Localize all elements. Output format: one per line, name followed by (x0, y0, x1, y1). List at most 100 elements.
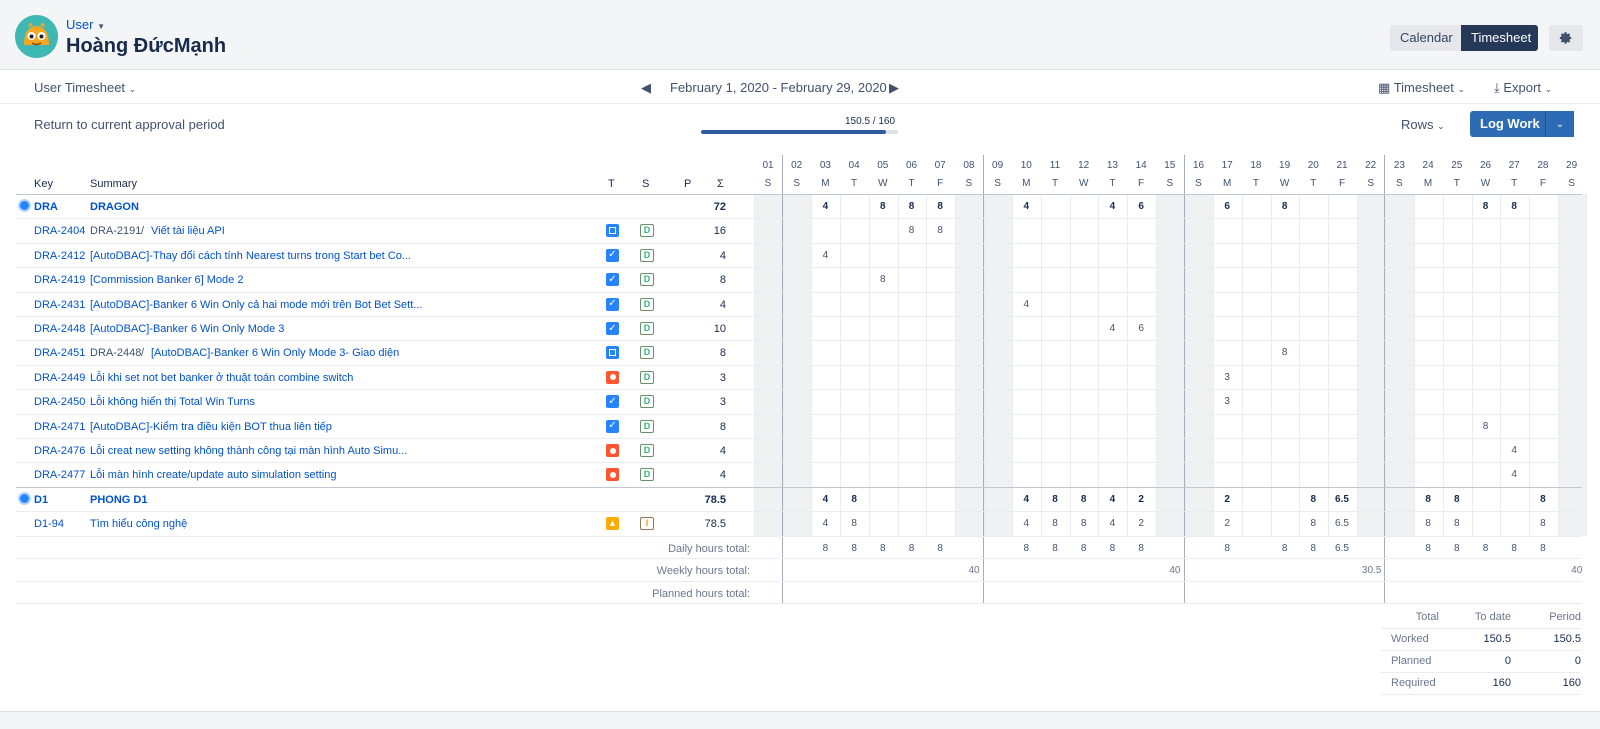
day-hours-cell[interactable]: 4 (1500, 445, 1528, 456)
day-number[interactable]: 08 (955, 160, 983, 171)
day-hours-cell[interactable]: 6.5 (1328, 494, 1356, 505)
day-hours-cell[interactable]: 3 (1213, 396, 1241, 407)
day-hours-cell[interactable]: 8 (1271, 347, 1299, 358)
day-hours-cell[interactable]: 8 (840, 518, 868, 529)
day-hours-cell[interactable]: 8 (1472, 201, 1500, 212)
day-number[interactable]: 18 (1242, 160, 1270, 171)
day-hours-cell[interactable]: 4 (811, 494, 839, 505)
day-hours-cell[interactable]: 3 (1213, 372, 1241, 383)
issue-summary[interactable]: [AutoDBAC]-Banker 6 Win Only Mode 3- Gia… (151, 347, 399, 359)
day-hours-cell[interactable]: 4 (811, 201, 839, 212)
day-hours-cell[interactable]: 8 (926, 225, 954, 236)
day-hours-cell[interactable]: 8 (1500, 201, 1528, 212)
day-number[interactable]: 22 (1357, 160, 1385, 171)
project-key[interactable]: D1 (34, 494, 48, 506)
issue-summary[interactable]: Viết tài liệu API (151, 225, 225, 237)
day-number[interactable]: 01 (754, 160, 782, 171)
issue-summary[interactable]: Lỗi khi set not bet banker ở thuật toán … (90, 372, 353, 384)
day-hours-cell[interactable]: 4 (1098, 201, 1126, 212)
day-hours-cell[interactable]: 8 (1070, 494, 1098, 505)
day-hours-cell[interactable]: 8 (1443, 494, 1471, 505)
issue-key[interactable]: DRA-2477 (34, 469, 85, 481)
day-number[interactable]: 12 (1070, 160, 1098, 171)
day-number[interactable]: 06 (898, 160, 926, 171)
day-hours-cell[interactable]: 8 (1041, 518, 1069, 529)
day-hours-cell[interactable]: 4 (1098, 518, 1126, 529)
issue-key[interactable]: DRA-2419 (34, 274, 85, 286)
day-hours-cell[interactable]: 4 (1098, 323, 1126, 334)
day-hours-cell[interactable]: 8 (1271, 201, 1299, 212)
day-number[interactable]: 21 (1328, 160, 1356, 171)
day-hours-cell[interactable]: 4 (1012, 494, 1040, 505)
day-number[interactable]: 11 (1041, 160, 1069, 171)
day-number[interactable]: 10 (1012, 160, 1040, 171)
day-hours-cell[interactable]: 2 (1127, 494, 1155, 505)
day-hours-cell[interactable]: 8 (1414, 494, 1442, 505)
day-number[interactable]: 23 (1385, 160, 1413, 171)
day-hours-cell[interactable]: 8 (869, 274, 897, 285)
issue-summary[interactable]: [AutoDBAC]-Kiểm tra điều kiện BOT thua l… (90, 421, 332, 433)
parent-key[interactable]: DRA-2448 (90, 347, 141, 359)
issue-summary[interactable]: [AutoDBAC]-Banker 6 Win Only Mode 3 (90, 323, 284, 335)
day-number[interactable]: 28 (1529, 160, 1557, 171)
day-hours-cell[interactable]: 4 (811, 518, 839, 529)
issue-key[interactable]: DRA-2412 (34, 250, 85, 262)
day-hours-cell[interactable]: 8 (1299, 494, 1327, 505)
issue-key[interactable]: D1-94 (34, 518, 64, 530)
day-hours-cell[interactable]: 8 (1299, 518, 1327, 529)
day-hours-cell[interactable]: 4 (1098, 494, 1126, 505)
issue-key[interactable]: DRA-2449 (34, 372, 85, 384)
day-number[interactable]: 03 (811, 160, 839, 171)
day-hours-cell[interactable]: 8 (1443, 518, 1471, 529)
day-hours-cell[interactable]: 8 (1041, 494, 1069, 505)
day-hours-cell[interactable]: 4 (811, 250, 839, 261)
day-hours-cell[interactable]: 2 (1127, 518, 1155, 529)
issue-key[interactable]: DRA-2451 (34, 347, 85, 359)
day-number[interactable]: 26 (1472, 160, 1500, 171)
day-number[interactable]: 05 (869, 160, 897, 171)
day-hours-cell[interactable]: 8 (1529, 494, 1557, 505)
day-hours-cell[interactable]: 8 (1070, 518, 1098, 529)
issue-key[interactable]: DRA-2431 (34, 299, 85, 311)
day-number[interactable]: 09 (984, 160, 1012, 171)
day-hours-cell[interactable]: 2 (1213, 518, 1241, 529)
issue-summary[interactable]: Lỗi màn hình create/update auto simulati… (90, 469, 336, 481)
day-number[interactable]: 07 (926, 160, 954, 171)
day-number[interactable]: 29 (1558, 160, 1586, 171)
day-number[interactable]: 16 (1185, 160, 1213, 171)
day-number[interactable]: 13 (1098, 160, 1126, 171)
day-hours-cell[interactable]: 8 (869, 201, 897, 212)
issue-key[interactable]: DRA-2404 (34, 225, 85, 237)
issue-key[interactable]: DRA-2476 (34, 445, 85, 457)
day-number[interactable]: 25 (1443, 160, 1471, 171)
day-hours-cell[interactable]: 6 (1213, 201, 1241, 212)
day-hours-cell[interactable]: 4 (1012, 299, 1040, 310)
day-number[interactable]: 24 (1414, 160, 1442, 171)
issue-summary[interactable]: Tìm hiểu công nghệ (90, 518, 187, 530)
project-name[interactable]: DRAGON (90, 201, 139, 213)
day-hours-cell[interactable]: 6.5 (1328, 518, 1356, 529)
day-hours-cell[interactable]: 8 (1472, 421, 1500, 432)
day-hours-cell[interactable]: 4 (1012, 518, 1040, 529)
day-hours-cell[interactable]: 4 (1500, 469, 1528, 480)
day-hours-cell[interactable]: 8 (898, 201, 926, 212)
issue-key[interactable]: DRA-2448 (34, 323, 85, 335)
parent-key[interactable]: DRA-2191 (90, 225, 141, 237)
day-number[interactable]: 17 (1213, 160, 1241, 171)
issue-summary[interactable]: [AutoDBAC]-Thay đổi cách tính Nearest tu… (90, 250, 411, 262)
day-number[interactable]: 14 (1127, 160, 1155, 171)
project-key[interactable]: DRA (34, 201, 58, 213)
day-number[interactable]: 15 (1156, 160, 1184, 171)
day-hours-cell[interactable]: 2 (1213, 494, 1241, 505)
day-number[interactable]: 27 (1500, 160, 1528, 171)
day-hours-cell[interactable]: 8 (926, 201, 954, 212)
day-hours-cell[interactable]: 8 (840, 494, 868, 505)
day-hours-cell[interactable]: 8 (1529, 518, 1557, 529)
issue-summary[interactable]: Lỗi creat new setting không thành công t… (90, 445, 407, 457)
day-number[interactable]: 20 (1299, 160, 1327, 171)
issue-summary[interactable]: [Commission Banker 6] Mode 2 (90, 274, 243, 286)
day-hours-cell[interactable]: 4 (1012, 201, 1040, 212)
issue-summary[interactable]: Lỗi không hiển thị Total Win Turns (90, 396, 255, 408)
day-hours-cell[interactable]: 8 (898, 225, 926, 236)
issue-key[interactable]: DRA-2450 (34, 396, 85, 408)
